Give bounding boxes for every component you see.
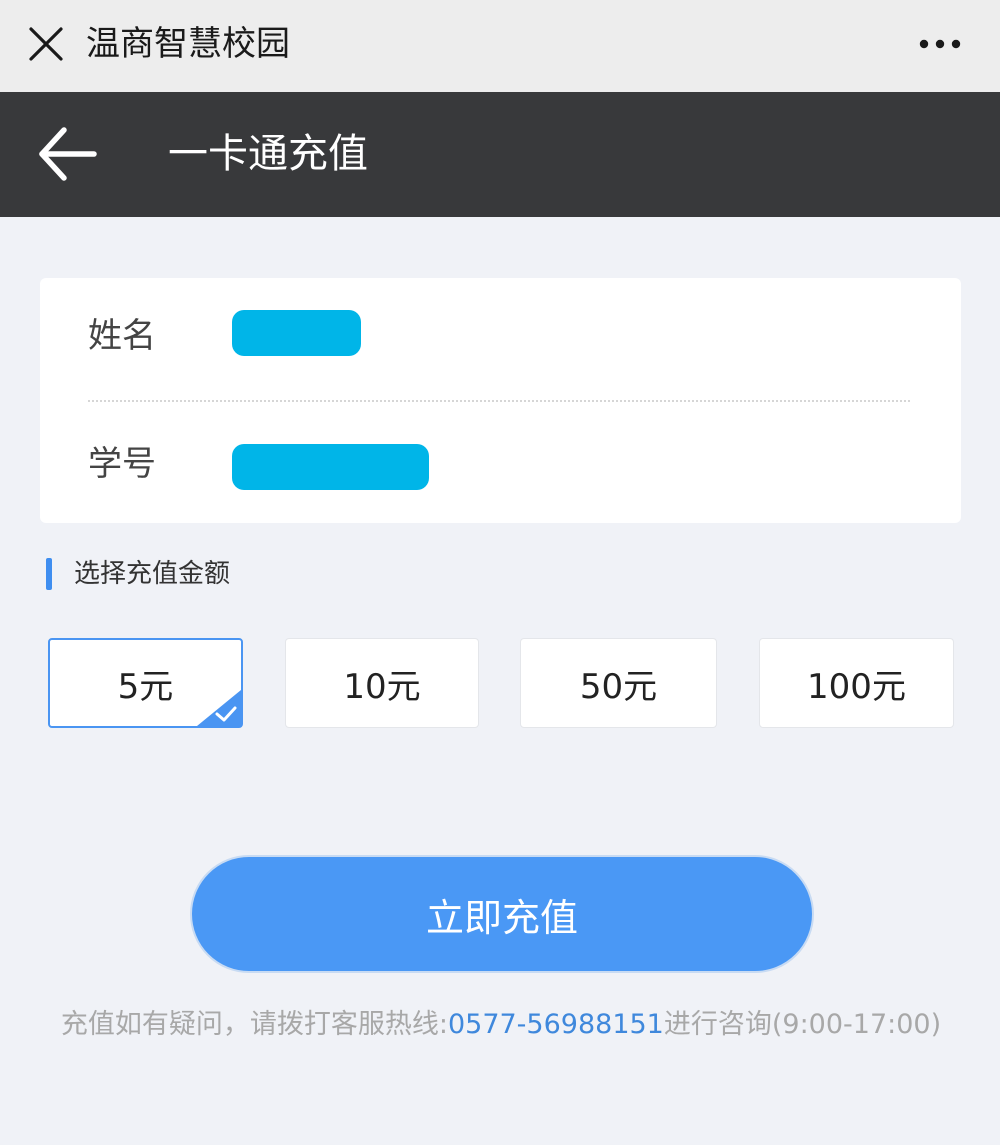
- student-info-card: 姓名 学号: [40, 278, 961, 523]
- window-titlebar: 温商智慧校园: [0, 0, 1000, 92]
- amount-option-100[interactable]: 100元: [759, 638, 954, 728]
- divider: [88, 400, 910, 402]
- amount-option-label: 10元: [343, 666, 421, 707]
- window-title: 温商智慧校园: [86, 24, 290, 64]
- amount-option-label: 50元: [579, 666, 658, 707]
- section-title: 选择充值金额: [74, 559, 231, 589]
- name-value-redacted: [232, 310, 361, 356]
- hotline-phone-link[interactable]: 0577-56988151: [448, 1009, 664, 1040]
- student-id-label: 学号: [88, 444, 156, 484]
- section-accent-bar: [46, 558, 52, 590]
- page-header: 一卡通充值: [0, 92, 1000, 217]
- name-label: 姓名: [88, 316, 156, 356]
- help-footnote: 充值如有疑问，请拨打客服热线:0577-56988151进行咨询(9:00-17…: [18, 1004, 984, 1046]
- back-arrow-icon[interactable]: [36, 124, 100, 184]
- footnote-prefix: 充值如有疑问，请拨打客服热线:: [60, 1009, 448, 1040]
- footnote-suffix: 进行咨询(9:00-17:00): [663, 1009, 942, 1040]
- amount-option-label: 5元: [117, 666, 174, 707]
- more-icon[interactable]: [916, 30, 964, 58]
- student-id-value-redacted: [232, 444, 429, 490]
- amount-option-5[interactable]: 5元: [48, 638, 243, 728]
- amount-section-header: 选择充值金额: [46, 556, 230, 592]
- amount-option-label: 100元: [807, 666, 906, 707]
- close-icon[interactable]: [26, 24, 66, 64]
- check-icon: [197, 690, 241, 726]
- amount-option-10[interactable]: 10元: [285, 638, 479, 728]
- page-title: 一卡通充值: [168, 131, 368, 177]
- recharge-now-button[interactable]: 立即充值: [190, 855, 814, 973]
- amount-option-50[interactable]: 50元: [520, 638, 717, 728]
